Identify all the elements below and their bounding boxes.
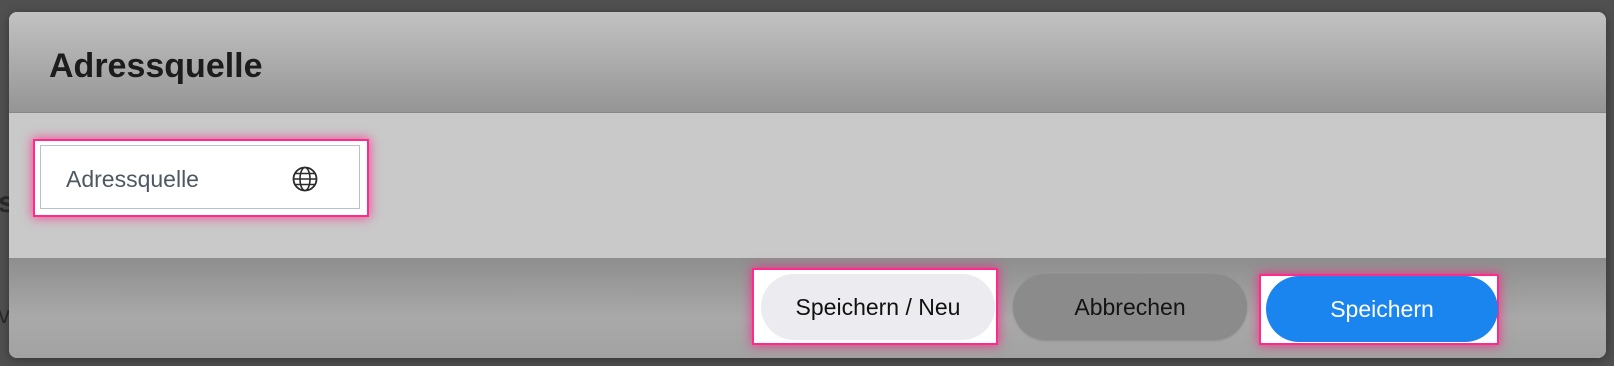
dialog-title: Adressquelle [49, 47, 263, 85]
dialog-footer: Speichern / Neu Abbrechen Speichern [9, 258, 1606, 358]
address-source-field-value: Adressquelle [66, 166, 199, 192]
dialog-header: Adressquelle [9, 12, 1606, 113]
address-source-field-highlight: Adressquelle [35, 141, 367, 215]
save-new-button[interactable]: Speichern / Neu [761, 274, 995, 340]
save-button[interactable]: Speichern [1266, 276, 1498, 342]
address-source-field[interactable]: Adressquelle [40, 145, 360, 209]
address-source-dialog: Adressquelle Adressquelle Speichern / Ne… [9, 12, 1606, 358]
globe-icon[interactable] [291, 165, 319, 193]
cancel-button[interactable]: Abbrechen [1013, 274, 1247, 340]
dialog-body: Adressquelle [9, 113, 1606, 258]
